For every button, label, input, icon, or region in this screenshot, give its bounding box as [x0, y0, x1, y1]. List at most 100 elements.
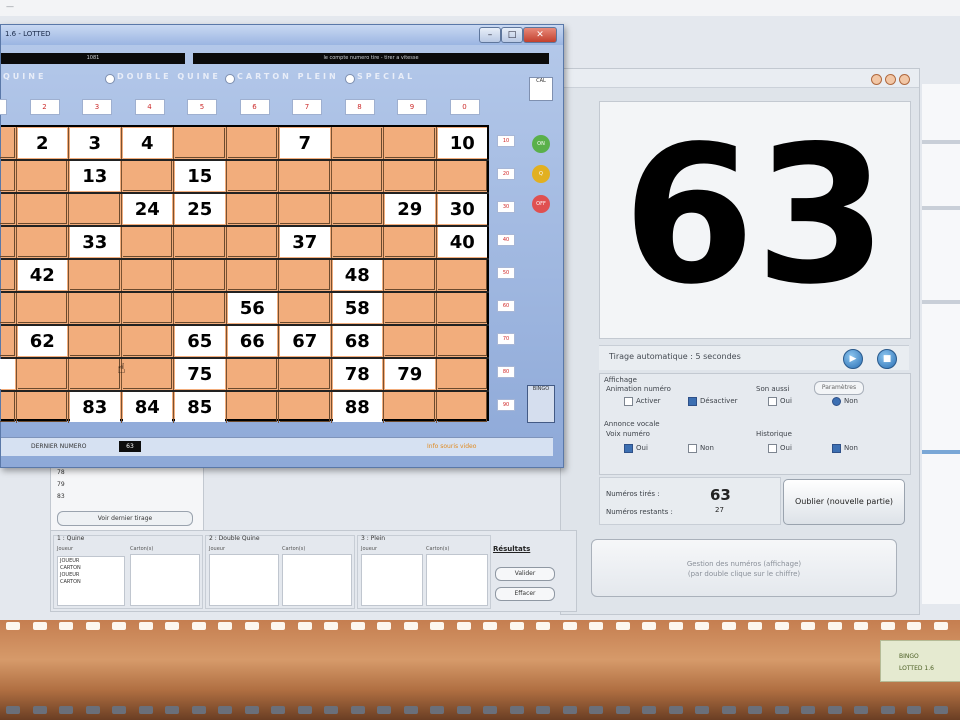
drawn-number-cell[interactable]: 3 — [70, 128, 120, 158]
erase-button[interactable]: Effacer — [495, 587, 555, 601]
drawn-number-cell[interactable]: 10 — [437, 128, 487, 158]
empty-cell[interactable] — [122, 293, 172, 323]
empty-cell[interactable] — [70, 326, 120, 356]
empty-cell[interactable] — [122, 359, 172, 389]
empty-cell[interactable] — [437, 392, 487, 422]
close-dot[interactable] — [899, 74, 910, 85]
empty-cell[interactable] — [0, 161, 15, 191]
mode-double-quine-radio[interactable] — [105, 74, 115, 84]
drawn-number-cell[interactable]: 33 — [70, 227, 120, 257]
list-item[interactable]: CARTON — [60, 565, 122, 571]
drawn-number-cell[interactable]: 40 — [437, 227, 487, 257]
drawn-number-cell[interactable]: 79 — [385, 359, 435, 389]
drawn-number-cell[interactable]: 83 — [70, 392, 120, 422]
player-box[interactable] — [209, 554, 279, 606]
empty-cell[interactable] — [227, 392, 277, 422]
empty-cell[interactable] — [70, 359, 120, 389]
drawn-number-cell[interactable]: 75 — [175, 359, 225, 389]
empty-cell[interactable] — [0, 128, 15, 158]
empty-cell[interactable] — [17, 161, 67, 191]
calendar-icon[interactable]: CAL — [529, 77, 553, 101]
empty-cell[interactable] — [227, 194, 277, 224]
empty-cell[interactable] — [332, 194, 382, 224]
empty-cell[interactable] — [280, 359, 330, 389]
empty-cell[interactable] — [227, 227, 277, 257]
empty-cell[interactable] — [437, 161, 487, 191]
play-button[interactable]: ▶ — [843, 349, 863, 369]
history-item[interactable]: 79 — [57, 481, 65, 488]
status-light[interactable]: Q — [532, 165, 550, 183]
drawn-number-cell[interactable]: 7 — [280, 128, 330, 158]
drawn-number-cell[interactable]: 88 — [332, 392, 382, 422]
carton-box[interactable] — [282, 554, 352, 606]
empty-cell[interactable] — [0, 194, 15, 224]
drawn-number-cell[interactable]: 48 — [332, 260, 382, 290]
history-item[interactable]: 78 — [57, 469, 65, 476]
minimize-button[interactable]: – — [479, 27, 501, 43]
new-game-button[interactable]: Oublier (nouvelle partie) — [783, 479, 905, 525]
drawn-number-cell[interactable]: 29 — [385, 194, 435, 224]
notification-popup[interactable]: BINGO LOTTED 1.6 — [880, 640, 960, 682]
list-item[interactable]: JOUEUR — [60, 572, 122, 578]
drawn-number-cell[interactable]: 85 — [175, 392, 225, 422]
drawn-number-cell[interactable]: 24 — [122, 194, 172, 224]
drawn-number-cell[interactable]: 84 — [122, 392, 172, 422]
maximize-dot[interactable] — [885, 74, 896, 85]
empty-cell[interactable] — [385, 161, 435, 191]
drawn-number-cell[interactable]: 66 — [227, 326, 277, 356]
anim-desactiver-checkbox[interactable] — [688, 397, 697, 406]
empty-cell[interactable] — [17, 194, 67, 224]
drawn-number-cell[interactable]: 30 — [437, 194, 487, 224]
bingo-side-widget[interactable]: BINGO — [527, 385, 555, 423]
minimize-dot[interactable] — [871, 74, 882, 85]
empty-cell[interactable] — [17, 227, 67, 257]
empty-cell[interactable] — [175, 128, 225, 158]
empty-cell[interactable] — [17, 293, 67, 323]
drawn-number-cell[interactable]: 37 — [280, 227, 330, 257]
empty-cell[interactable] — [437, 326, 487, 356]
empty-cell[interactable] — [227, 359, 277, 389]
empty-cell[interactable] — [70, 194, 120, 224]
empty-cell[interactable] — [385, 128, 435, 158]
empty-cell[interactable] — [122, 227, 172, 257]
empty-cell[interactable] — [175, 227, 225, 257]
empty-cell[interactable] — [0, 392, 15, 422]
window-titlebar[interactable]: 1.6 - LOTTED – □ ✕ — [1, 25, 563, 45]
drawn-number-cell[interactable]: 1 — [0, 359, 15, 389]
empty-cell[interactable] — [385, 260, 435, 290]
player-list[interactable]: JOUEUR CARTON JOUEUR CARTON — [57, 556, 125, 606]
close-button[interactable]: ✕ — [523, 27, 557, 43]
stop-button[interactable]: ■ — [877, 349, 897, 369]
status-light[interactable]: OFF — [532, 195, 550, 213]
empty-cell[interactable] — [385, 227, 435, 257]
empty-cell[interactable] — [280, 392, 330, 422]
drawn-number-cell[interactable]: 62 — [17, 326, 67, 356]
list-item[interactable]: CARTON — [60, 579, 122, 585]
empty-cell[interactable] — [70, 260, 120, 290]
empty-cell[interactable] — [227, 128, 277, 158]
number-management-box[interactable]: Gestion des numéros (affichage) (par dou… — [591, 539, 897, 597]
empty-cell[interactable] — [122, 161, 172, 191]
empty-cell[interactable] — [437, 359, 487, 389]
drawn-number-cell[interactable]: 78 — [332, 359, 382, 389]
history-oui-checkbox[interactable] — [768, 444, 777, 453]
mode-carton-plein-radio[interactable] — [225, 74, 235, 84]
empty-cell[interactable] — [332, 161, 382, 191]
drawn-number-cell[interactable]: 2 — [17, 128, 67, 158]
empty-cell[interactable] — [0, 326, 15, 356]
empty-cell[interactable] — [280, 194, 330, 224]
empty-cell[interactable] — [437, 260, 487, 290]
mode-special-radio[interactable] — [345, 74, 355, 84]
empty-cell[interactable] — [437, 293, 487, 323]
empty-cell[interactable] — [385, 326, 435, 356]
sound-non-radio[interactable] — [832, 397, 841, 406]
empty-cell[interactable] — [0, 227, 15, 257]
empty-cell[interactable] — [17, 392, 67, 422]
drawn-number-cell[interactable]: 42 — [17, 260, 67, 290]
empty-cell[interactable] — [175, 293, 225, 323]
carton-box[interactable] — [130, 554, 200, 606]
drawn-number-cell[interactable]: 58 — [332, 293, 382, 323]
carton-box[interactable] — [426, 554, 488, 606]
voice-non-checkbox[interactable] — [688, 444, 697, 453]
drawn-number-cell[interactable]: 13 — [70, 161, 120, 191]
